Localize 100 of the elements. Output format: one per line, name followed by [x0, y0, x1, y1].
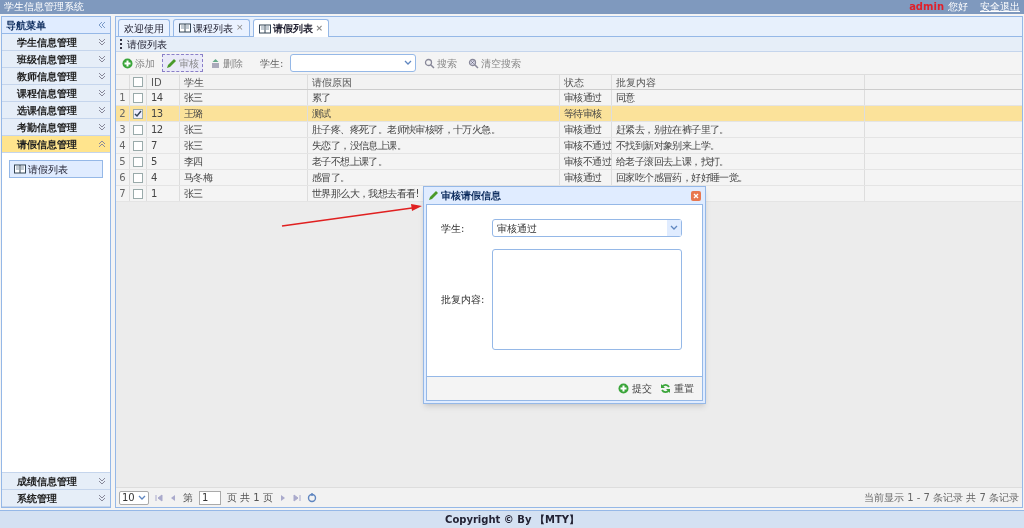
table-cell-text: 张三 [184, 123, 203, 137]
tab[interactable]: 欢迎使用 [118, 19, 170, 36]
table-cell-text: 12 [151, 123, 163, 137]
field-label: 批复内容: [440, 293, 486, 307]
sidebar-group-header[interactable]: 班级信息管理 [2, 51, 110, 68]
table-cell-text: 13 [151, 107, 163, 121]
dialog-button[interactable]: 提交 [618, 381, 652, 396]
panel-title: 请假列表 [127, 37, 167, 52]
expand-icon [98, 494, 106, 502]
table-cell-text: 李四 [184, 155, 203, 169]
expand-icon [98, 89, 106, 97]
page-size-select[interactable]: 10 [119, 490, 149, 505]
status-select[interactable]: 审核通过 [492, 219, 682, 237]
delete-icon [210, 57, 221, 69]
tab[interactable]: 请假列表 × [252, 19, 330, 37]
checkbox[interactable] [133, 108, 143, 119]
table-cell-text: 马冬梅 [184, 171, 213, 185]
dialog-title: 审核请假信息 [441, 189, 501, 203]
checkbox[interactable] [133, 77, 143, 87]
page-input[interactable]: 1 [199, 490, 221, 505]
dropdown-caret-icon [138, 494, 146, 501]
table-cell-text: 张三 [184, 91, 203, 105]
previous-page-icon [169, 493, 177, 502]
check-icon [134, 109, 142, 118]
sidebar-item[interactable]: 请假列表 [9, 160, 103, 178]
tab[interactable]: 课程列表 × [173, 19, 250, 36]
checkbox[interactable] [133, 156, 143, 167]
collapse-left-icon [98, 21, 106, 29]
table-cell-text: 审核通过 [564, 91, 602, 105]
collapse-icon [98, 140, 106, 148]
table-cell-text: 审核不通过 [564, 155, 611, 169]
table-cell-text: 审核通过 [564, 123, 602, 137]
table-cell-text: 7 [151, 139, 157, 153]
refresh-icon [306, 492, 317, 503]
last-page-icon [292, 493, 301, 502]
sidebar-group-header[interactable]: 课程信息管理 [2, 85, 110, 102]
checkbox[interactable] [133, 92, 143, 103]
add-icon [122, 57, 133, 69]
first-page-icon [155, 493, 163, 502]
sidebar-group-header[interactable]: 学生信息管理 [2, 34, 110, 51]
toolbar-button[interactable]: 删除 [206, 54, 247, 72]
column-header: 请假原因 [312, 75, 352, 90]
row-number: 1 [119, 91, 126, 105]
column-header: 学生 [184, 75, 204, 90]
clear-search-icon [468, 57, 480, 69]
app-title: 学生信息管理系统 [4, 2, 84, 12]
checkbox[interactable] [133, 140, 143, 151]
pencil-icon [428, 190, 439, 201]
username: admin [909, 2, 944, 12]
search-icon [424, 57, 436, 69]
tab-close-button[interactable]: × [315, 21, 324, 36]
row-number: 5 [119, 155, 126, 169]
reply-textarea[interactable] [492, 249, 682, 350]
sidebar-group-header[interactable]: 教师信息管理 [2, 68, 110, 85]
row-number: 3 [119, 123, 126, 137]
page-total: 页 共 1 页 [227, 491, 273, 505]
expand-icon [98, 72, 106, 80]
table-cell-text: 给老子滚回去上课，找打。 [616, 155, 729, 169]
table-cell-text: 4 [151, 171, 157, 185]
dropdown-caret-icon [670, 225, 678, 231]
dialog-button[interactable]: 重置 [660, 381, 694, 396]
page-label: 第 [183, 491, 193, 505]
table-cell-text: 5 [151, 155, 157, 169]
student-select[interactable] [290, 54, 417, 72]
sidebar-group-header[interactable]: 成绩信息管理 [2, 473, 110, 490]
toolbar-button[interactable]: 添加 [118, 54, 159, 72]
greeting-text: 您好 [948, 2, 968, 12]
table-cell-text: 同意 [616, 91, 635, 105]
sidebar-group-header[interactable]: 考勤信息管理 [2, 119, 110, 136]
table-cell-text: 世界那么大，我想去看看! [312, 187, 419, 201]
table-cell-text: 1 [151, 187, 157, 201]
row-number: 4 [119, 139, 126, 153]
checkbox[interactable] [133, 188, 143, 199]
table-cell-text: 审核不通过 [564, 139, 611, 153]
table-cell-text: 肚子疼、疼死了。老师快审核呀，十万火急。 [312, 123, 500, 137]
checkbox[interactable] [133, 124, 143, 135]
book-icon [179, 23, 191, 33]
column-header: ID [151, 75, 162, 90]
sidebar-group-header[interactable]: 选课信息管理 [2, 102, 110, 119]
sidebar-group-header[interactable]: 请假信息管理 [2, 136, 110, 153]
add-icon [618, 383, 629, 394]
checkbox[interactable] [133, 172, 143, 183]
table-cell-text: 回家吃个感冒药，好好睡一觉。 [616, 171, 748, 185]
next-page-icon [278, 493, 287, 502]
sidebar-group-header[interactable]: 系统管理 [2, 490, 110, 507]
close-icon [691, 190, 701, 201]
table-cell-text: 测试 [312, 107, 331, 121]
search-button[interactable]: 清空搜索 [465, 54, 525, 72]
table-cell-text: 审核通过 [564, 171, 602, 185]
column-header: 批复内容 [616, 75, 656, 90]
copyright-text: Copyright © By 【MTY】 [445, 513, 579, 527]
table-cell-text: 14 [151, 91, 163, 105]
table-cell-text: 失恋了，没信息上课。 [312, 139, 406, 153]
row-number: 6 [119, 171, 126, 185]
table-cell-text: 王璐 [184, 107, 203, 121]
dropdown-caret-icon [404, 60, 413, 66]
field-label: 学生: [440, 221, 466, 236]
refresh-icon [660, 383, 671, 394]
expand-icon [98, 106, 106, 114]
table-cell-text: 张三 [184, 187, 203, 201]
